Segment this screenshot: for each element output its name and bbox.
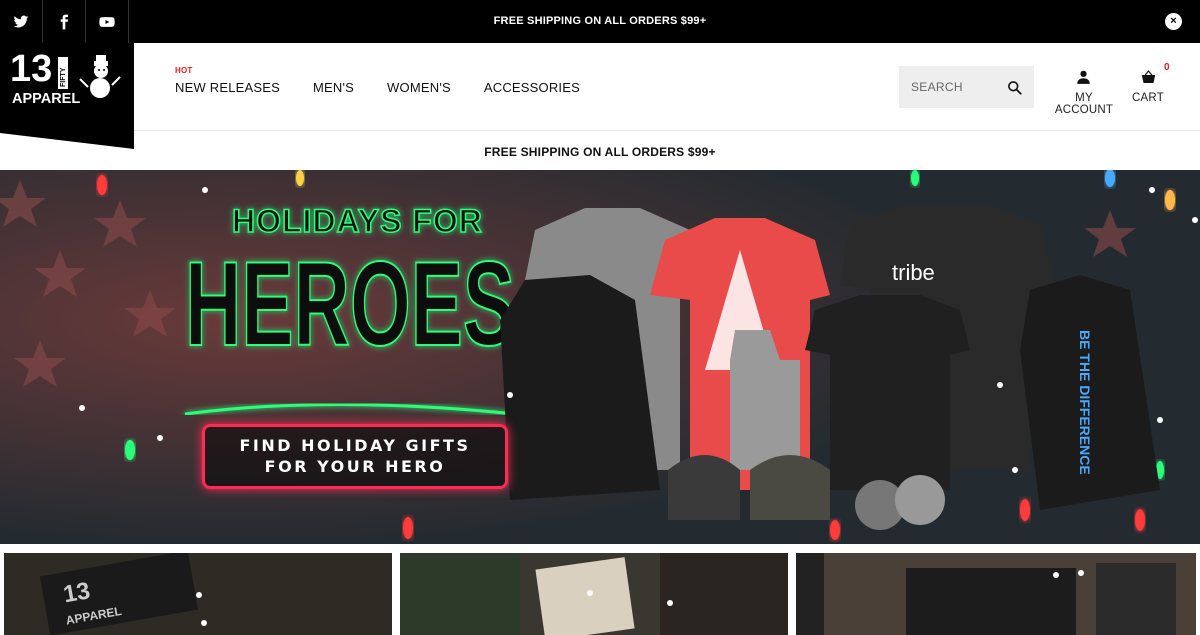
cart-basket-icon	[1141, 70, 1156, 83]
cart-link[interactable]: 0 CART	[1130, 62, 1170, 110]
nav-label: ACCESSORIES	[483, 79, 580, 95]
user-icon	[1077, 70, 1090, 84]
main-nav: HOT NEW RELEASES MEN'S WOMEN'S ACCESSORI…	[175, 43, 613, 131]
my-account-link[interactable]: MY ACCOUNT	[1045, 68, 1123, 116]
nav-accessories[interactable]: ACCESSORIES	[484, 80, 580, 95]
shipping-banner[interactable]: FREE SHIPPING ON ALL ORDERS $99+	[0, 132, 1200, 170]
close-icon[interactable]: ×	[1165, 13, 1182, 30]
hot-badge: HOT	[175, 65, 193, 75]
tile-logo-number: 13	[61, 577, 92, 608]
search-input[interactable]	[899, 66, 999, 108]
logo-number: 13	[10, 48, 52, 90]
hero-cta-button[interactable]: FIND HOLIDAY GIFTS FOR YOUR HERO	[202, 424, 508, 489]
category-tiles: 13 APPAREL	[0, 544, 1200, 635]
top-announcement-bar: FREE SHIPPING ON ALL ORDERS $99+ ×	[0, 0, 1200, 43]
hero-background: HOLIDAYS FOR HEROES tribe BE THE DIFFERE…	[0, 170, 1200, 544]
cta-line-1: FIND HOLIDAY GIFTS	[239, 436, 471, 455]
cart-count-badge: 0	[1164, 62, 1170, 73]
hoodie-text: BE THE DIFFERENCE	[1077, 330, 1093, 475]
nav-label: WOMEN'S	[387, 79, 451, 95]
nav-label: MEN'S	[313, 79, 355, 95]
cart-label: CART	[1132, 92, 1164, 104]
nav-label: NEW RELEASES	[175, 79, 280, 95]
site-header: HOT NEW RELEASES MEN'S WOMEN'S ACCESSORI…	[0, 43, 1200, 131]
account-label: MY ACCOUNT	[1054, 92, 1114, 116]
nav-womens[interactable]: WOMEN'S	[387, 80, 451, 95]
site-logo[interactable]: 13 FIFTY APPAREL	[0, 43, 134, 149]
logo-word: APPAREL	[12, 91, 80, 107]
category-tile[interactable]: 13 APPAREL	[4, 553, 392, 635]
category-tile[interactable]	[796, 553, 1196, 635]
topbar-shipping-message: FREE SHIPPING ON ALL ORDERS $99+	[493, 15, 707, 27]
nav-new-releases[interactable]: HOT NEW RELEASES	[175, 66, 280, 95]
hero-banner[interactable]: HOLIDAYS FOR HEROES tribe BE THE DIFFERE…	[0, 170, 1200, 544]
headline-small: HOLIDAYS FOR	[232, 203, 483, 239]
category-tile[interactable]	[400, 553, 788, 635]
search-box	[899, 66, 1034, 108]
nav-mens[interactable]: MEN'S	[313, 80, 354, 95]
headline-big: HEROES	[185, 237, 515, 371]
cta-line-2: FOR YOUR HERO	[264, 457, 446, 476]
search-icon[interactable]	[1007, 80, 1022, 95]
shirt-brand-text: tribe	[892, 260, 935, 285]
logo-sub: FIFTY	[60, 67, 67, 87]
